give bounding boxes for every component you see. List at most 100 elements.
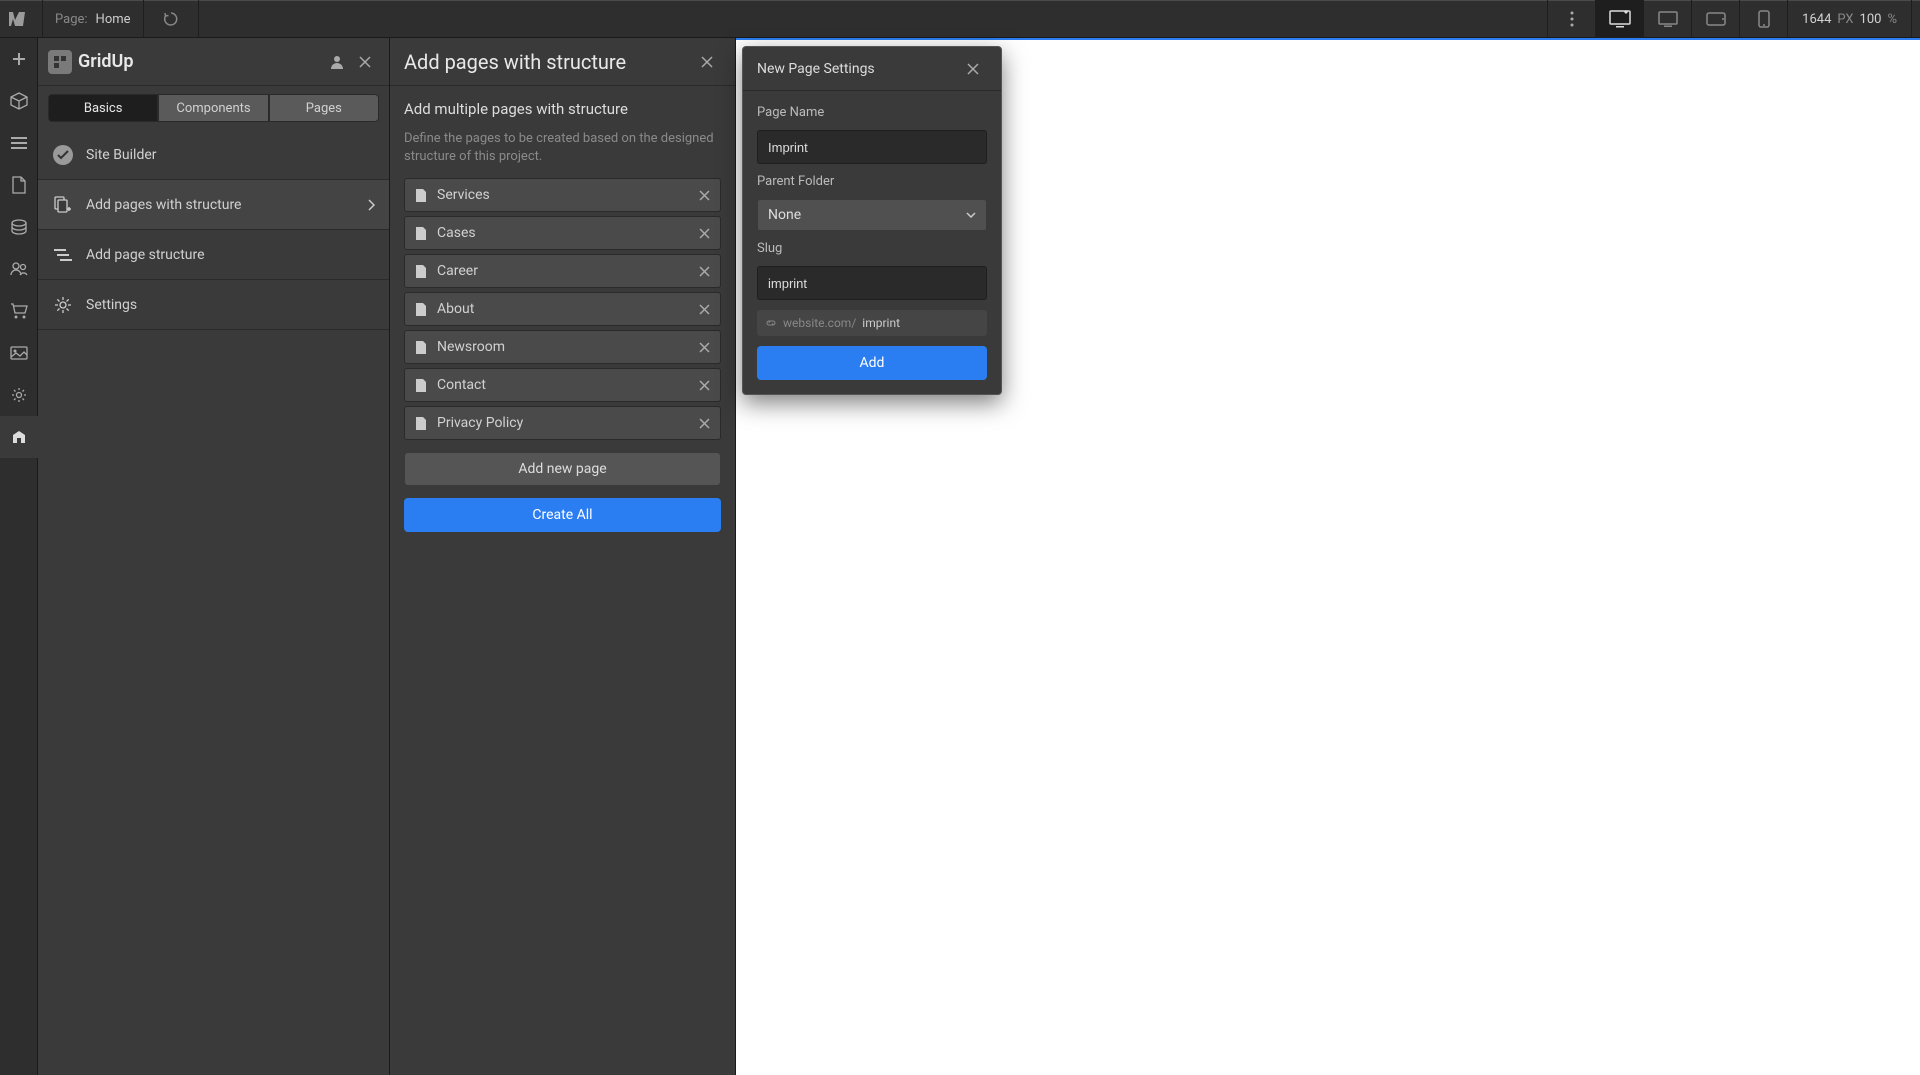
page-icon [415,188,427,203]
new-page-settings-modal: New Page Settings Page Name Parent Folde… [742,46,1002,395]
page-name-label: Page Name [757,105,987,120]
structure-icon [52,248,74,262]
rail-ecommerce-button[interactable] [0,290,38,332]
page-item-label: Cases [437,225,476,241]
tab-components[interactable]: Components [158,94,268,122]
menu-site-builder[interactable]: Site Builder [38,130,389,180]
zoom-label: % [1887,12,1897,27]
page-item-label: Contact [437,377,486,393]
caret-down-icon [966,212,976,218]
url-slug: imprint [862,316,900,330]
page-item-label: Services [437,187,490,203]
rail-settings-button[interactable] [0,374,38,416]
slug-label: Slug [757,241,987,256]
pages-add-icon [52,196,74,214]
account-button[interactable] [323,48,351,76]
create-all-button[interactable]: Create All [404,498,721,532]
menu-add-pages-structure[interactable]: Add pages with structure [38,180,389,230]
add-pages-panel: Add pages with structure Add multiple pa… [390,38,736,1075]
parent-folder-value: None [768,207,801,223]
remove-page-button[interactable] [699,304,710,315]
rail-navigator-button[interactable] [0,122,38,164]
menu-label: Site Builder [86,147,157,163]
page-item[interactable]: Privacy Policy [404,406,721,440]
rail-pages-button[interactable] [0,164,38,206]
rail-box-button[interactable] [0,80,38,122]
rail-gridup-button[interactable] [0,416,38,458]
gear-icon [52,296,74,314]
menu-label: Add page structure [86,247,205,263]
page-icon [415,378,427,393]
slug-input[interactable] [757,266,987,300]
page-icon [415,416,427,431]
refresh-button[interactable] [156,4,186,34]
remove-page-button[interactable] [699,190,710,201]
page-item-label: About [437,301,474,317]
page-item-label: Privacy Policy [437,415,523,431]
rail-add-button[interactable] [0,38,38,80]
zoom-value: 100 [1860,12,1882,27]
parent-folder-select[interactable]: None [757,199,987,231]
page-icon [415,226,427,241]
viewport-mobile-button[interactable] [1739,0,1787,38]
gridup-panel: GridUp Basics Components Pages S [38,38,390,1075]
viewport-width: 1644 [1802,12,1831,27]
page-item[interactable]: Services [404,178,721,212]
panel-description: Define the pages to be created based on … [404,130,721,166]
viewport-desktop-button[interactable] [1643,0,1691,38]
top-bar: Page: Home 1644 PX 100 % [0,0,1920,38]
close-modal-button[interactable] [959,55,987,83]
page-item[interactable]: Newsroom [404,330,721,364]
webflow-logo[interactable] [8,8,30,30]
tab-basics[interactable]: Basics [48,94,158,122]
check-circle-icon [53,145,73,165]
remove-page-button[interactable] [699,418,710,429]
page-name-input[interactable] [757,130,987,164]
menu-label: Add pages with structure [86,197,241,213]
link-icon [765,317,777,329]
menu-settings[interactable]: Settings [38,280,389,330]
gridup-tabs: Basics Components Pages [38,86,389,130]
remove-page-button[interactable] [699,380,710,391]
parent-folder-label: Parent Folder [757,174,987,189]
page-item-label: Career [437,263,478,279]
rail-cms-button[interactable] [0,206,38,248]
viewport-tablet-button[interactable] [1691,0,1739,38]
page-icon [415,302,427,317]
remove-page-button[interactable] [699,266,710,277]
add-button[interactable]: Add [757,346,987,380]
panel-title: Add pages with structure [404,50,693,74]
page-label: Page: [55,12,88,27]
rail-assets-button[interactable] [0,332,38,374]
page-item-label: Newsroom [437,339,505,355]
url-preview: website.com/imprint [757,310,987,336]
page-item[interactable]: Cases [404,216,721,250]
page-icon [415,340,427,355]
viewport-size-display: 1644 PX 100 % [1787,0,1912,38]
close-panel2-button[interactable] [693,48,721,76]
page-item[interactable]: Contact [404,368,721,402]
more-menu-button[interactable] [1547,0,1595,38]
chevron-right-icon [367,199,375,211]
gridup-brand-text: GridUp [78,51,134,72]
tab-pages[interactable]: Pages [269,94,379,122]
pages-list: Services Cases Career About Newsroom Con… [404,178,721,440]
page-item[interactable]: About [404,292,721,326]
px-label: PX [1837,12,1853,27]
gridup-logo: GridUp [48,50,134,74]
page-icon [415,264,427,279]
rail-users-button[interactable] [0,248,38,290]
remove-page-button[interactable] [699,228,710,239]
page-item[interactable]: Career [404,254,721,288]
page-name[interactable]: Home [96,12,131,27]
left-rail [0,38,38,1075]
menu-add-page-structure[interactable]: Add page structure [38,230,389,280]
modal-title: New Page Settings [757,61,959,77]
add-new-page-button[interactable]: Add new page [404,452,721,486]
viewport-desktop-large-button[interactable] [1595,0,1643,38]
remove-page-button[interactable] [699,342,710,353]
panel-subhead: Add multiple pages with structure [404,100,721,118]
design-canvas[interactable]: New Page Settings Page Name Parent Folde… [736,38,1920,1075]
url-prefix: website.com/ [783,316,856,330]
close-panel-button[interactable] [351,48,379,76]
